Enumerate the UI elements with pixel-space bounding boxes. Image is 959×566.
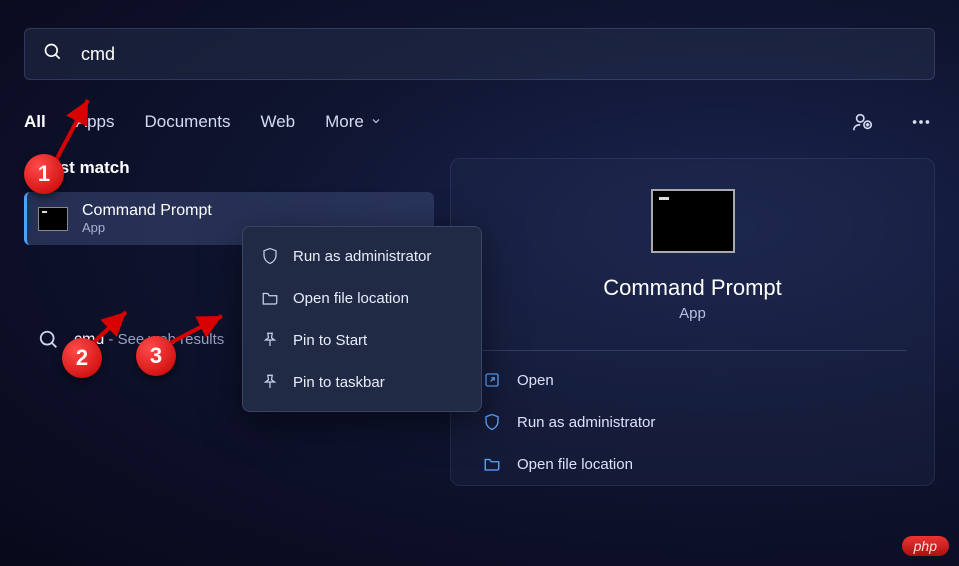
annotation-marker-2: 2 xyxy=(62,338,102,378)
annotation-arrows xyxy=(0,28,959,566)
annotation-marker-1: 1 xyxy=(24,154,64,194)
annotation-marker-3: 3 xyxy=(136,336,176,376)
